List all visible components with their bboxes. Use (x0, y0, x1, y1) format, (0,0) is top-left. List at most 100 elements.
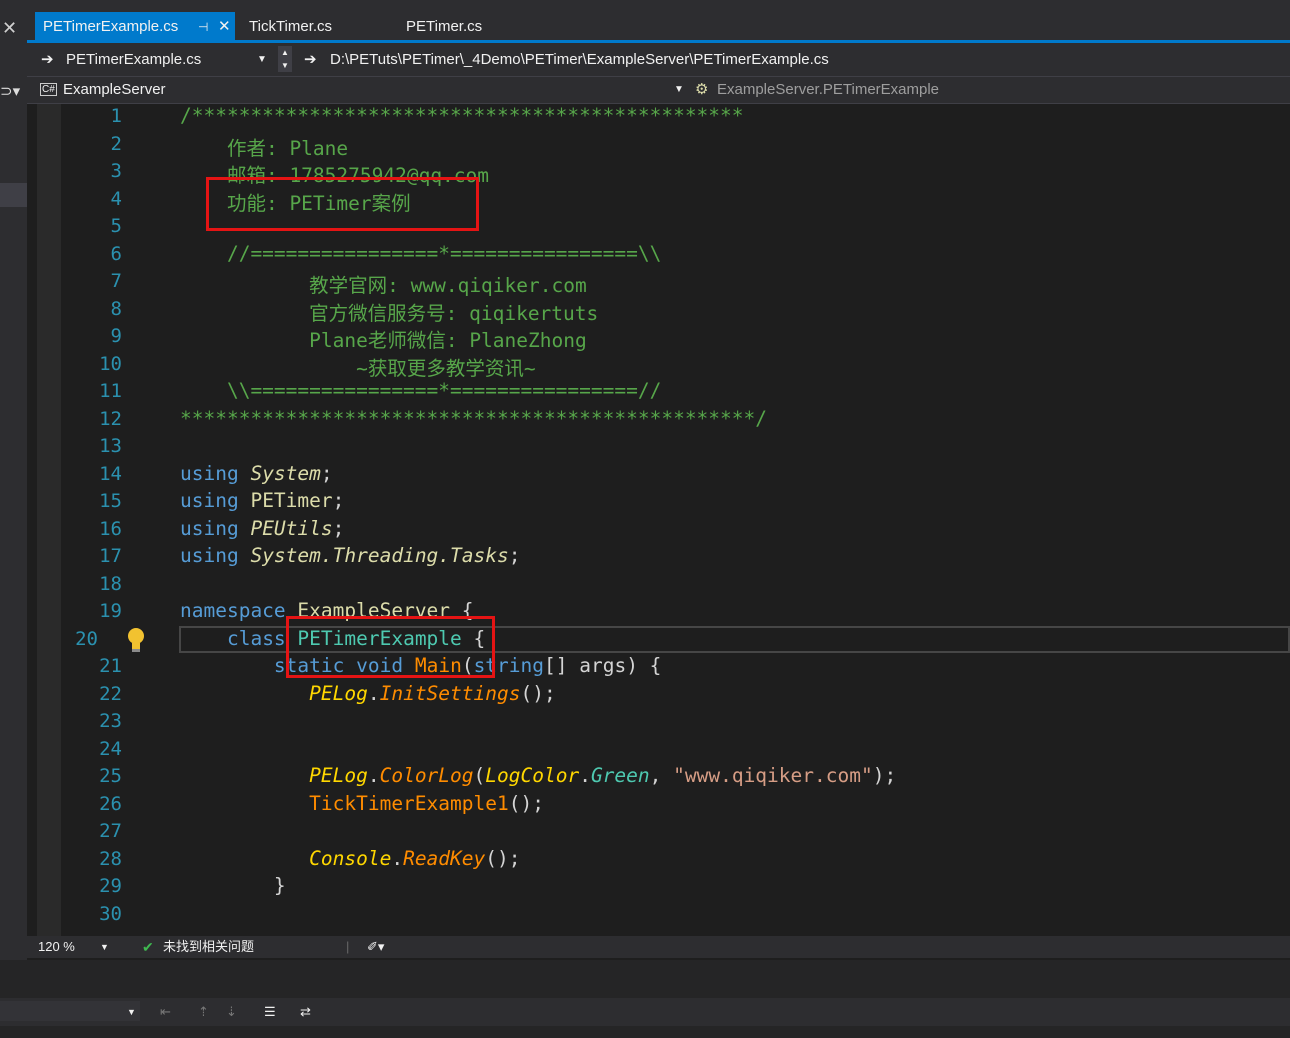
output-toolbar: ▼ ⇤ ⇡ ⇣ ☰ ⇄ (0, 998, 1290, 1026)
close-icon[interactable]: ✕ (2, 18, 17, 39)
class-member-icon: ⚙ (695, 81, 709, 98)
namespace-name: PEUtils (250, 517, 333, 540)
word-wrap-icon[interactable]: ⇄ (300, 1001, 311, 1023)
line-number: 16 (99, 518, 122, 540)
line-number: 30 (99, 903, 122, 925)
chevron-down-icon[interactable]: ▼ (257, 44, 267, 76)
code-line-29: } (180, 874, 286, 897)
code-line-16: using PEUtils; (180, 517, 345, 540)
code-line-1: /***************************************… (180, 104, 744, 127)
line-number: 7 (110, 270, 122, 292)
line-number: 11 (99, 380, 122, 402)
line-number: 19 (99, 600, 122, 622)
line-number: 9 (110, 325, 122, 347)
line-number: 28 (99, 848, 122, 870)
code-line-28: Console.ReadKey(); (309, 847, 521, 870)
code-line-8: 官方微信服务号: qiqikertuts (180, 302, 599, 325)
find-message-icon[interactable]: ⇤ (160, 1001, 171, 1023)
enum-name: LogColor (485, 764, 580, 787)
tab-label: PETimerExample.cs (43, 18, 179, 35)
code-line-22: PELog.InitSettings(); (309, 682, 556, 705)
keyword: namespace (180, 599, 286, 622)
file-path: D:\PETuts\PETimer\_4Demo\PETimer\Example… (330, 51, 829, 68)
enum-member: Green (590, 764, 650, 787)
code-line-17: using System.Threading.Tasks; (180, 544, 521, 567)
code-line-11: \\================*================// (180, 379, 662, 402)
line-number: 10 (99, 353, 122, 375)
arrow-right-icon: ➔ (304, 51, 317, 68)
output-text (0, 1024, 1290, 1038)
line-number: 14 (99, 463, 122, 485)
parameters: [] args) { (544, 654, 662, 677)
scroll-up-down-icon[interactable]: ▲ ▼ (278, 46, 292, 72)
namespace-name: PETimer (250, 489, 333, 512)
method-name: TickTimerExample1 (309, 792, 509, 815)
tab-petimerexample[interactable]: PETimerExample.cs ⊣ ✕ (35, 12, 235, 42)
chevron-down-icon[interactable]: ▼ (127, 1001, 136, 1023)
tab-label: PETimer.cs (406, 18, 483, 35)
zoom-level[interactable]: 120 % (38, 936, 75, 958)
tab-label: TickTimer.cs (249, 18, 333, 35)
line-number: 13 (99, 435, 122, 457)
file-dropdown[interactable]: PETimerExample.cs (66, 44, 201, 76)
chevron-down-icon[interactable]: ▼ (100, 936, 109, 958)
line-number: 8 (110, 298, 122, 320)
code-line-26: TickTimerExample1(); (309, 792, 544, 815)
keyword: using (180, 462, 239, 485)
line-number: 29 (99, 875, 122, 897)
annotation-box (206, 177, 479, 231)
line-number: 24 (99, 738, 122, 760)
method-name: InitSettings (379, 682, 521, 705)
next-message-icon[interactable]: ⇣ (226, 1001, 237, 1023)
previous-message-icon[interactable]: ⇡ (198, 1001, 209, 1023)
line-number: 2 (110, 133, 122, 155)
method-name: ColorLog (379, 764, 474, 787)
code-line-10: ~获取更多教学资讯~ (180, 357, 536, 380)
code-line-25: PELog.ColorLog(LogColor.Green, "www.qiqi… (309, 764, 897, 787)
keyword: using (180, 544, 239, 567)
arrow-right-icon: ➔ (41, 51, 54, 68)
solution-explorer-icon[interactable]: ⊃▾ (0, 82, 20, 100)
code-line-2: 作者: Plane (180, 137, 349, 160)
code-line-9: Plane老师微信: PlaneZhong (180, 329, 587, 352)
line-number: 12 (99, 408, 122, 430)
tab-ticktimer[interactable]: TickTimer.cs (241, 12, 340, 42)
selected-indicator (0, 183, 27, 207)
clear-all-icon[interactable]: ☰ (264, 1001, 276, 1023)
line-number: 23 (99, 710, 122, 732)
class-name: Console (309, 847, 392, 870)
file-navigation-bar: ➔ PETimerExample.cs ▼ ▲ ▼ ➔ D:\PETuts\PET… (27, 44, 1290, 77)
output-source-dropdown[interactable] (0, 1001, 140, 1021)
class-name: PELog (309, 682, 368, 705)
line-number: 6 (110, 243, 122, 265)
line-number: 4 (110, 188, 122, 210)
editor-status-bar: 120 % ▼ ✔ 未找到相关问题 | ✐▾ (27, 936, 1290, 958)
keyword: using (180, 517, 239, 540)
member-dropdown[interactable]: ExampleServer.PETimerExample (717, 77, 939, 103)
line-number: 18 (99, 573, 122, 595)
chevron-down-icon[interactable]: ▼ (674, 77, 684, 103)
member-navigation-bar: C# ExampleServer ▼ ⚙ ExampleServer.PETim… (27, 77, 1290, 104)
keyword: class (226, 627, 286, 650)
csharp-project-icon: C# (40, 83, 57, 96)
annotation-box (286, 616, 495, 678)
left-tool-strip: ✕ ⊃▾ (0, 0, 27, 960)
line-number: 15 (99, 490, 122, 512)
editor-margin (37, 104, 61, 936)
code-line-14: using System; (180, 462, 333, 485)
code-line-7: 教学官网: www.qiqiker.com (180, 274, 587, 297)
code-line-12: ****************************************… (180, 407, 767, 430)
line-number: 26 (99, 793, 122, 815)
issues-status[interactable]: 未找到相关问题 (163, 936, 254, 958)
lightbulb-icon[interactable] (125, 626, 147, 654)
divider: | (346, 939, 350, 954)
line-number: 22 (99, 683, 122, 705)
line-number: 3 (110, 160, 122, 182)
tab-petimer[interactable]: PETimer.cs (398, 12, 490, 42)
string-literal: "www.qiqiker.com" (673, 764, 873, 787)
project-dropdown[interactable]: ExampleServer (63, 77, 166, 103)
close-tab-icon[interactable]: ✕ (218, 12, 231, 42)
cleanup-icon[interactable]: ✐▾ (367, 936, 384, 958)
namespace-name: System (250, 462, 321, 485)
pin-icon[interactable]: ⊣ (198, 12, 208, 42)
